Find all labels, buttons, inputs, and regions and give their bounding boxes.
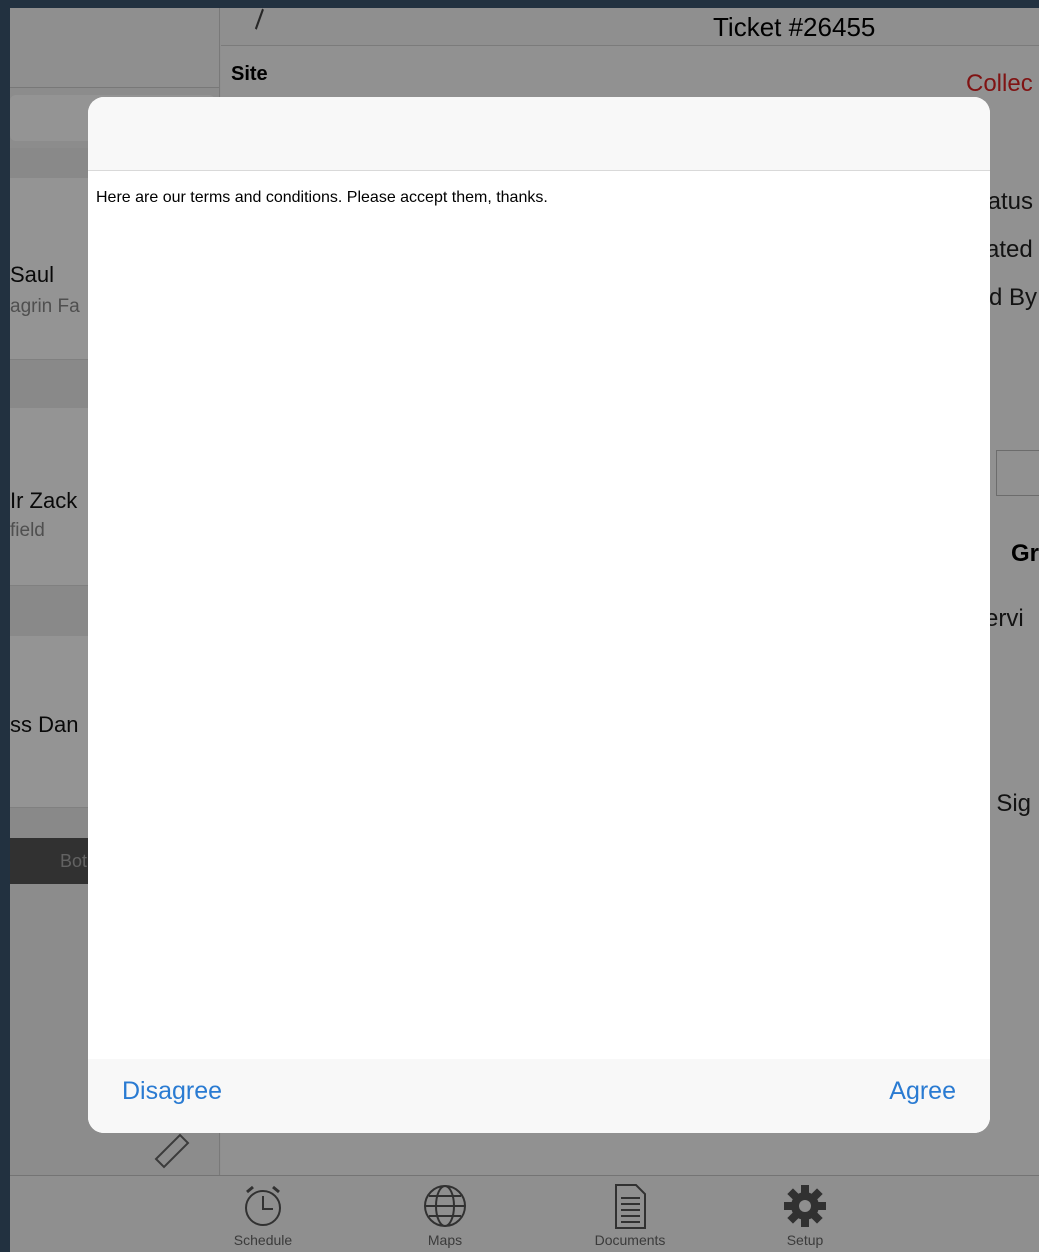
dialog-body: Here are our terms and conditions. Pleas… xyxy=(88,171,990,1133)
dialog-footer: Disagree Agree xyxy=(88,1059,990,1133)
terms-dialog: Here are our terms and conditions. Pleas… xyxy=(88,97,990,1133)
agree-button[interactable]: Agree xyxy=(889,1077,956,1106)
terms-text: Here are our terms and conditions. Pleas… xyxy=(96,189,548,206)
dialog-header xyxy=(88,97,990,171)
disagree-button[interactable]: Disagree xyxy=(122,1077,222,1106)
